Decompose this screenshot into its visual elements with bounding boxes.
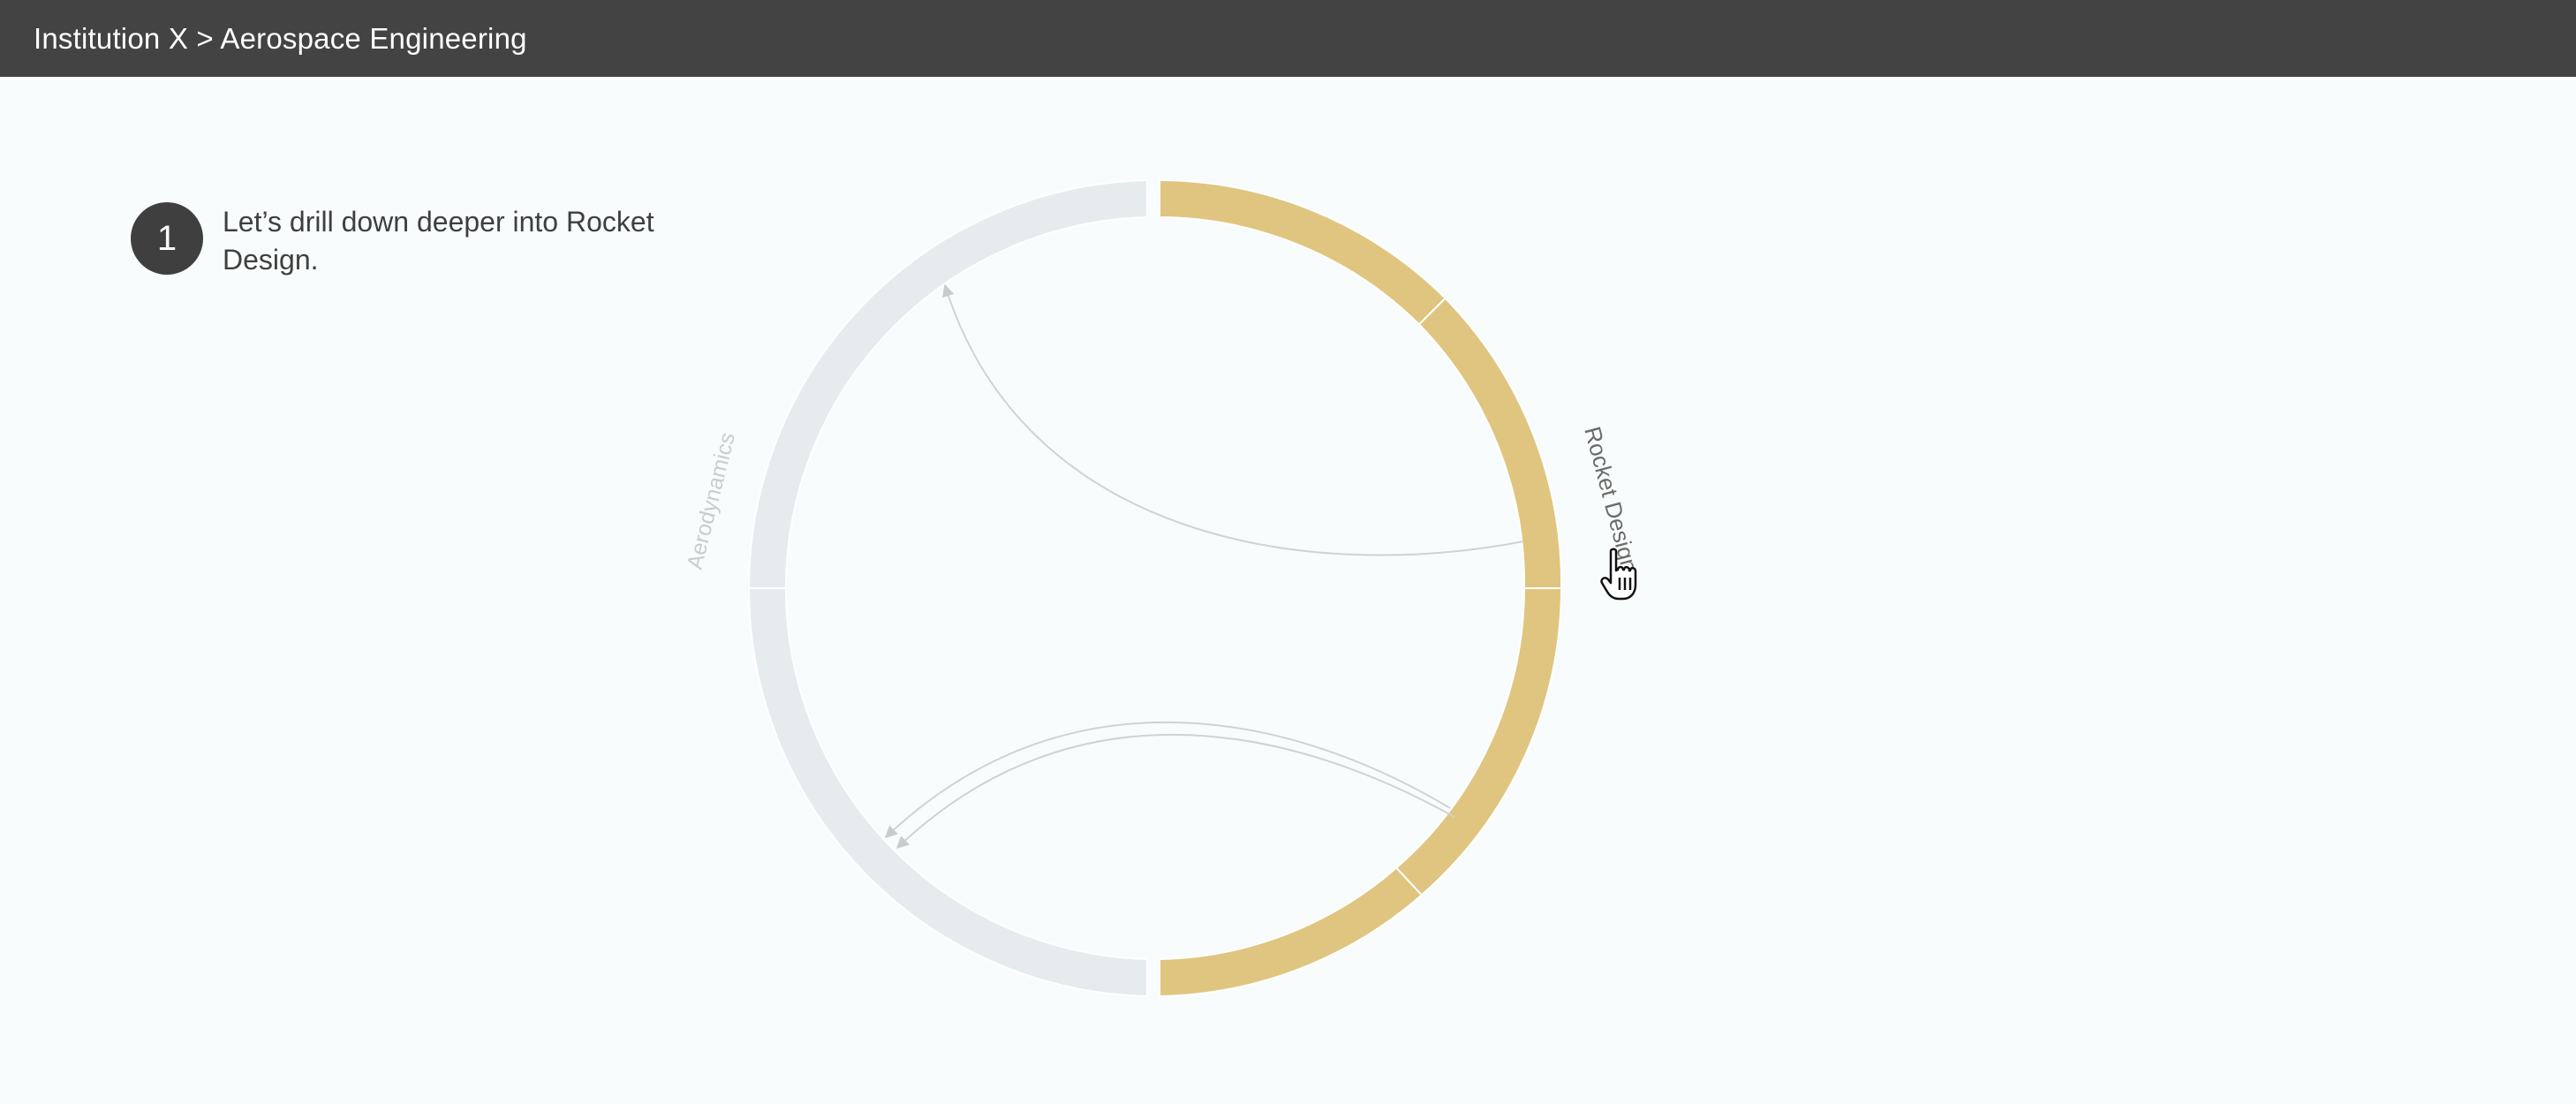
hand-pointer-icon bbox=[1600, 548, 1637, 601]
rocket-design-arc-1[interactable] bbox=[1159, 179, 1447, 326]
chord-link-2 bbox=[884, 721, 1451, 838]
rocket-design-arc-2[interactable] bbox=[1417, 297, 1563, 589]
chord-diagram: Rocket Design Aerodynamics bbox=[683, 178, 1643, 998]
aerodynamics-arc-upper[interactable] bbox=[747, 178, 1148, 589]
rocket-design-arc-3[interactable] bbox=[1394, 587, 1563, 896]
rocket-design-arc-4[interactable] bbox=[1159, 866, 1424, 998]
chord-link-3 bbox=[895, 733, 1455, 849]
group-label-aerodynamics[interactable]: Aerodynamics bbox=[683, 430, 740, 571]
aerodynamics-arc-lower[interactable] bbox=[747, 587, 1148, 998]
